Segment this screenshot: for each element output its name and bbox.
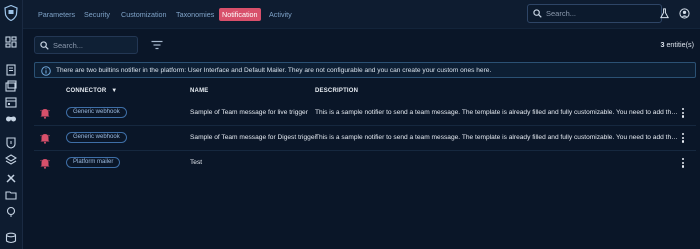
table-row[interactable]: Generic webhook Sample of Team message f… bbox=[34, 101, 696, 126]
info-icon bbox=[41, 66, 51, 76]
tab-taxonomies[interactable]: Taxonomies bbox=[176, 9, 214, 21]
table-row[interactable]: Platform mailer Test bbox=[34, 151, 696, 176]
tab-activity[interactable]: Activity bbox=[269, 9, 292, 21]
arsenal-icon[interactable] bbox=[5, 154, 17, 166]
tab-customization[interactable]: Customization bbox=[121, 9, 167, 21]
global-search-input[interactable]: Search... bbox=[527, 4, 662, 23]
search-icon bbox=[533, 9, 542, 18]
flask-icon[interactable] bbox=[659, 8, 670, 19]
notification-bell-icon bbox=[40, 109, 50, 119]
entity-count-value: 3 bbox=[660, 40, 665, 49]
tab-parameters[interactable]: Parameters bbox=[38, 9, 75, 21]
user-account-icon[interactable] bbox=[679, 8, 690, 19]
column-header-description[interactable]: DESCRIPTION bbox=[315, 88, 358, 94]
tab-security[interactable]: Security bbox=[84, 9, 110, 21]
info-banner: There are two builtins notifier in the p… bbox=[34, 62, 696, 78]
more-options-icon[interactable] bbox=[681, 158, 685, 169]
column-header-name[interactable]: NAME bbox=[190, 88, 208, 94]
notification-bell-icon bbox=[40, 159, 50, 169]
observations-icon[interactable] bbox=[5, 112, 17, 124]
more-options-icon[interactable] bbox=[681, 133, 685, 144]
locations-icon[interactable] bbox=[5, 206, 17, 218]
filter-list-icon[interactable] bbox=[151, 40, 163, 50]
notifier-name: Sample of Team message for live trigger bbox=[190, 109, 308, 116]
more-options-icon[interactable] bbox=[681, 108, 685, 119]
cases-icon[interactable] bbox=[5, 80, 17, 92]
notifier-name: Test bbox=[190, 159, 203, 166]
entities-icon[interactable] bbox=[5, 189, 17, 201]
notifier-description: This is a sample notifier to send a team… bbox=[315, 134, 680, 141]
global-search-placeholder: Search... bbox=[546, 9, 577, 18]
notifier-search-placeholder: Search... bbox=[53, 41, 84, 50]
entity-count: 3 entitie(s) bbox=[660, 40, 694, 49]
dashboard-icon[interactable] bbox=[5, 36, 17, 48]
column-header-connector-label: CONNECTOR bbox=[66, 88, 107, 94]
notifier-search-input[interactable]: Search... bbox=[34, 36, 138, 54]
analyses-icon[interactable] bbox=[5, 64, 17, 76]
sort-down-icon: ▼ bbox=[111, 88, 118, 94]
connector-chip: Generic webhook bbox=[66, 132, 127, 143]
connector-chip: Platform mailer bbox=[66, 157, 121, 168]
info-banner-text: There are two builtins notifier in the p… bbox=[56, 67, 492, 74]
notifier-description: This is a sample notifier to send a team… bbox=[315, 109, 680, 116]
entity-count-suffix: entitie(s) bbox=[666, 40, 694, 49]
tab-notification[interactable]: Notification bbox=[219, 8, 261, 21]
left-sidebar bbox=[0, 0, 23, 249]
threats-icon[interactable] bbox=[5, 137, 17, 149]
data-icon[interactable] bbox=[5, 232, 17, 244]
top-navigation-bar: Parameters Security Customization Taxono… bbox=[23, 0, 700, 29]
techniques-icon[interactable] bbox=[5, 172, 17, 184]
opencti-logo[interactable] bbox=[4, 5, 18, 21]
connector-chip: Generic webhook bbox=[66, 107, 127, 118]
notifier-name: Sample of Team message for Digest trigge… bbox=[190, 134, 317, 141]
column-header-connector[interactable]: CONNECTOR ▼ bbox=[66, 88, 117, 94]
events-icon[interactable] bbox=[5, 96, 17, 108]
notification-bell-icon bbox=[40, 134, 50, 144]
table-row[interactable]: Generic webhook Sample of Team message f… bbox=[34, 126, 696, 151]
search-icon bbox=[40, 41, 49, 50]
